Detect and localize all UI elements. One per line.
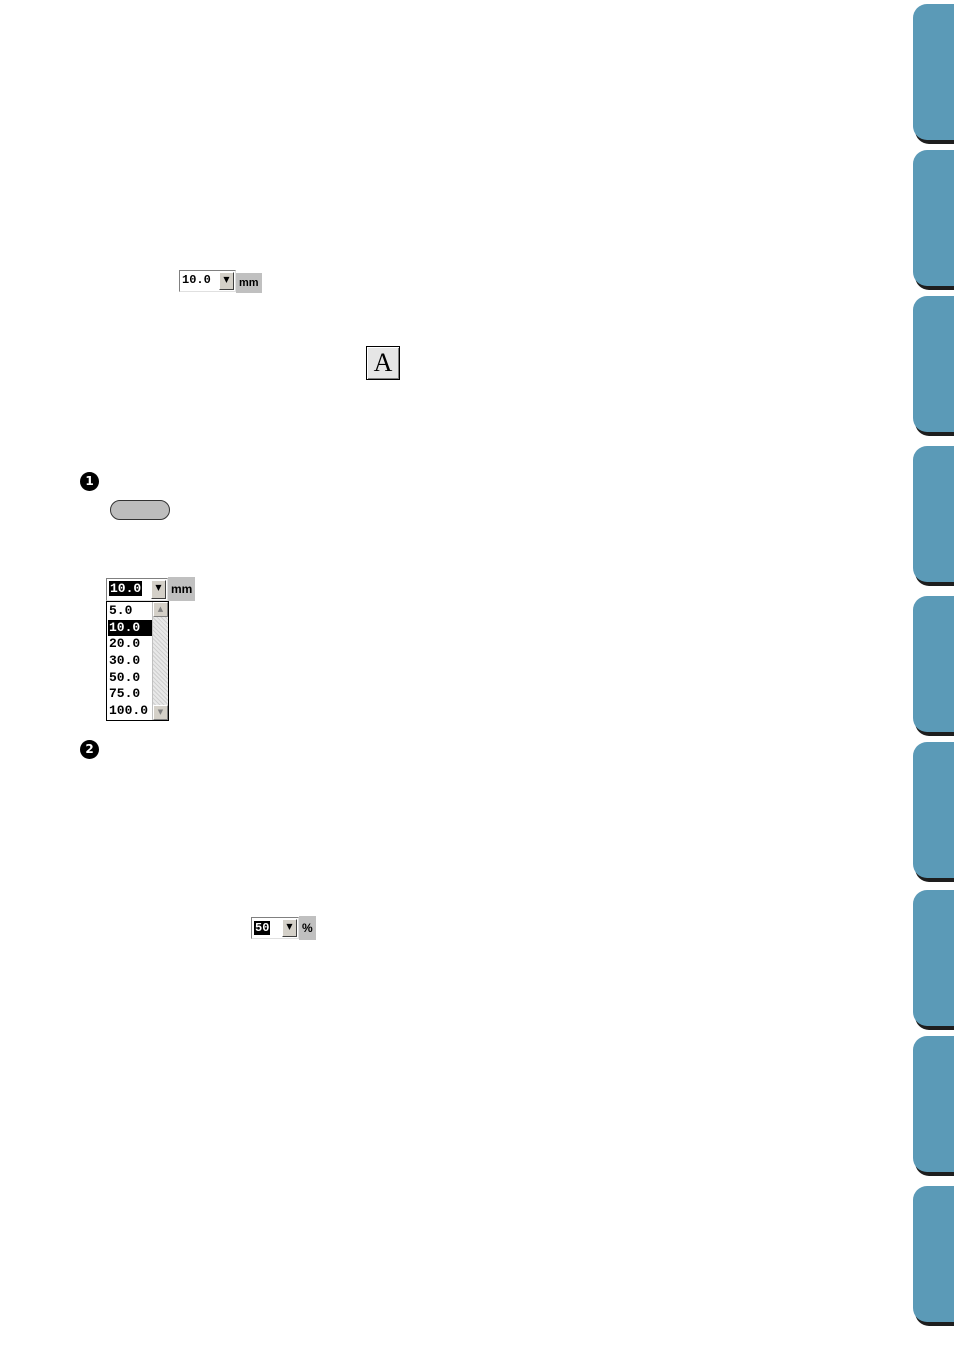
chevron-down-icon[interactable]: ▼ [151,579,166,599]
chevron-down-icon[interactable]: ▼ [282,919,297,937]
size-option[interactable]: 30.0 [108,653,152,670]
size-option[interactable]: 20.0 [108,636,152,653]
size-combo-open: 10.0 ▼ mm [106,577,196,601]
size-option[interactable]: 100.0 [108,703,152,720]
size-option[interactable]: 50.0 [108,670,152,687]
chapter-tab-1[interactable] [913,4,954,140]
size-combo-open-field[interactable]: 10.0 ▼ [106,577,168,601]
chapter-tab-5[interactable] [913,596,954,732]
chapter-tab-2[interactable] [913,150,954,286]
percent-combo-field[interactable]: 50 ▼ [251,917,299,939]
chevron-down-icon[interactable]: ▼ [219,272,234,290]
chapter-tab-6[interactable] [913,742,954,878]
text-tool-button[interactable]: A [366,346,400,380]
step-2-marker: 2 [80,740,99,759]
percent-combo: 50 ▼ % [251,916,316,940]
chapter-tab-3[interactable] [913,296,954,432]
scroll-down-icon[interactable]: ▼ [153,705,168,720]
size-dropdown-list: 5.0 10.0 20.0 30.0 50.0 75.0 100.0 ▲ ▼ [106,601,169,721]
percent-unit-label: % [299,916,316,940]
scroll-up-icon[interactable]: ▲ [153,602,168,617]
size-list-scrollbar[interactable]: ▲ ▼ [152,602,168,720]
step-1-marker: 1 [80,472,99,491]
size-option[interactable]: 5.0 [108,603,152,620]
size-unit-label: mm [236,273,262,293]
size-option[interactable]: 75.0 [108,686,152,703]
size-option-selected[interactable]: 10.0 [108,619,152,637]
size-value: 10.0 [182,273,211,287]
size-combo-field[interactable]: 10.0 ▼ [179,270,236,292]
chapter-tab-9[interactable] [913,1186,954,1322]
size-combo: 10.0 ▼ mm [179,269,262,293]
chapter-tab-4[interactable] [913,446,954,582]
size-options: 5.0 10.0 20.0 30.0 50.0 75.0 100.0 [108,603,152,720]
chapter-tab-8[interactable] [913,1036,954,1172]
percent-value: 50 [254,921,271,935]
size-open-unit-label: mm [168,577,196,601]
size-open-value: 10.0 [109,580,143,596]
text-tool-icon: A [373,348,393,377]
apply-button[interactable] [110,500,170,520]
chapter-tab-7[interactable] [913,890,954,1026]
